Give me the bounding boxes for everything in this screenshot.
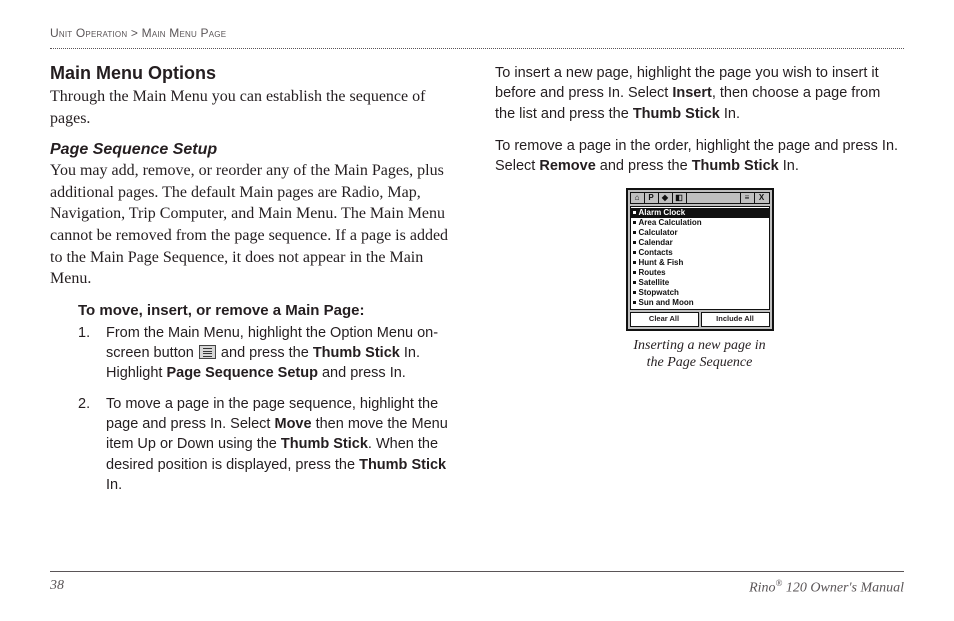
- titlebar-icon: ⌂: [631, 193, 645, 203]
- text-run: In.: [779, 158, 799, 174]
- breadcrumb-page: Main Menu Page: [142, 26, 227, 40]
- right-column: To insert a new page, highlight the page…: [495, 63, 904, 505]
- step-number: 2.: [78, 394, 90, 414]
- titlebar-icon: ◧: [673, 193, 687, 203]
- device-titlebar: ⌂ P ◆ ◧ ≡ X: [630, 192, 770, 204]
- list-item: Satellite: [631, 278, 769, 288]
- clear-all-button: Clear All: [630, 312, 699, 327]
- bold-term: Insert: [672, 85, 712, 101]
- manual-title: Rino® 120 Owner's Manual: [749, 578, 904, 597]
- device-screenshot: ⌂ P ◆ ◧ ≡ X Alarm Clock Area Calculation…: [626, 188, 774, 331]
- subsection-paragraph: You may add, remove, or reorder any of t…: [50, 160, 459, 290]
- subsection-heading: Page Sequence Setup: [50, 141, 459, 159]
- product-name: Rino: [749, 581, 775, 596]
- procedure-heading: To move, insert, or remove a Main Page:: [50, 302, 459, 319]
- two-column-layout: Main Menu Options Through the Main Menu …: [50, 63, 904, 505]
- titlebar-close-icon: X: [755, 193, 769, 203]
- step-item: 1. From the Main Menu, highlight the Opt…: [78, 323, 459, 384]
- header-rule: [50, 48, 904, 49]
- list-item: Calculator: [631, 228, 769, 238]
- titlebar-icon: P: [645, 193, 659, 203]
- step-text: and press In.: [318, 365, 406, 381]
- breadcrumb-section: Unit Operation: [50, 26, 127, 40]
- bold-term: Thumb Stick: [692, 158, 779, 174]
- list-item: Hunt & Fish: [631, 258, 769, 268]
- menu-icon: [199, 345, 216, 359]
- bold-term: Thumb Stick: [313, 345, 400, 361]
- list-item: Calendar: [631, 238, 769, 248]
- titlebar-spacer: [687, 193, 741, 203]
- device-menu-list: Alarm Clock Area Calculation Calculator …: [630, 206, 770, 310]
- list-item: Stopwatch: [631, 288, 769, 298]
- page-content: Unit Operation > Main Menu Page Main Men…: [0, 0, 954, 505]
- titlebar-menu-icon: ≡: [741, 193, 755, 203]
- intro-paragraph: Through the Main Menu you can establish …: [50, 86, 459, 129]
- procedure-steps: 1. From the Main Menu, highlight the Opt…: [50, 323, 459, 495]
- step-number: 1.: [78, 323, 90, 343]
- breadcrumb-separator: >: [131, 26, 138, 40]
- include-all-button: Include All: [701, 312, 770, 327]
- device-button-row: Clear All Include All: [630, 312, 770, 327]
- caption-line: Inserting a new page in: [633, 338, 765, 353]
- step-item: 2. To move a page in the page sequence, …: [78, 394, 459, 495]
- left-column: Main Menu Options Through the Main Menu …: [50, 63, 459, 505]
- page-footer: 38 Rino® 120 Owner's Manual: [50, 571, 904, 597]
- list-item: Area Calculation: [631, 218, 769, 228]
- text-run: and press the: [596, 158, 692, 174]
- bold-term: Thumb Stick: [281, 436, 368, 452]
- list-item: Sun and Moon: [631, 298, 769, 308]
- bold-term: Thumb Stick: [359, 457, 446, 473]
- footer-row: 38 Rino® 120 Owner's Manual: [50, 578, 904, 597]
- breadcrumb: Unit Operation > Main Menu Page: [50, 26, 904, 40]
- continuation-paragraph: To remove a page in the order, highlight…: [495, 136, 904, 177]
- footer-rule: [50, 571, 904, 572]
- list-item: Contacts: [631, 248, 769, 258]
- list-item: Alarm Clock: [631, 208, 769, 218]
- text-run: In.: [720, 106, 740, 122]
- bold-term: Move: [274, 416, 311, 432]
- caption-line: the Page Sequence: [647, 355, 753, 370]
- device-figure: ⌂ P ◆ ◧ ≡ X Alarm Clock Area Calculation…: [495, 188, 904, 372]
- product-suffix: 120 Owner's Manual: [782, 581, 904, 596]
- bold-term: Page Sequence Setup: [166, 365, 318, 381]
- step-text: In.: [106, 477, 122, 493]
- titlebar-icon: ◆: [659, 193, 673, 203]
- continuation-paragraph: To insert a new page, highlight the page…: [495, 63, 904, 124]
- section-heading: Main Menu Options: [50, 63, 459, 84]
- page-number: 38: [50, 578, 64, 597]
- bold-term: Remove: [539, 158, 595, 174]
- step-text: and press the: [217, 345, 313, 361]
- figure-caption: Inserting a new page in the Page Sequenc…: [495, 337, 904, 372]
- bold-term: Thumb Stick: [633, 106, 720, 122]
- list-item: Routes: [631, 268, 769, 278]
